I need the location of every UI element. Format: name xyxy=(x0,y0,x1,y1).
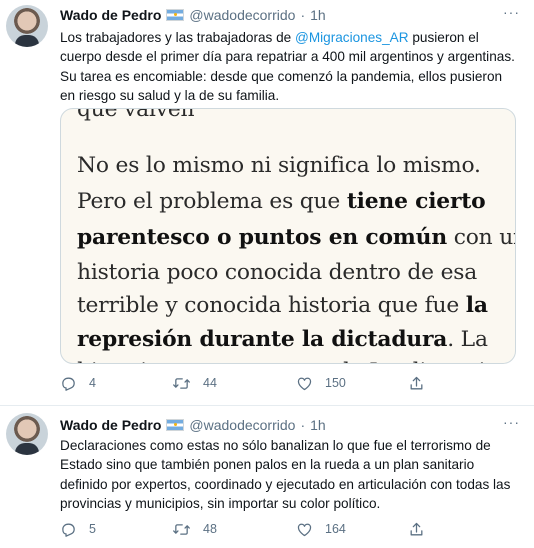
share-button[interactable] xyxy=(408,375,425,392)
image-text-bold: la xyxy=(465,293,488,318)
author-name[interactable]: Wado de Pedro xyxy=(60,417,161,433)
reply-button[interactable]: 4 xyxy=(60,375,172,392)
tweet-text: Declaraciones como estas no sólo banaliz… xyxy=(60,438,511,512)
image-text: . La xyxy=(447,327,488,352)
image-text-line: historia es que agentes de Inteligencia xyxy=(77,359,498,363)
separator: · xyxy=(300,7,306,23)
separator: · xyxy=(300,417,306,433)
image-text: No es lo mismo ni significa lo mismo. xyxy=(77,153,481,178)
reply-count: 5 xyxy=(89,522,96,536)
retweet-button[interactable]: 44 xyxy=(172,375,296,392)
avatar[interactable] xyxy=(6,413,48,455)
image-text-line: Pero el problema es que tiene cierto xyxy=(77,189,486,214)
share-icon xyxy=(408,521,425,538)
image-text-line: No es lo mismo ni significa lo mismo. xyxy=(77,153,481,178)
heart-icon xyxy=(296,375,313,392)
reply-icon xyxy=(60,375,77,392)
image-text: historia es que agentes de Inteligencia xyxy=(77,359,498,363)
image-text: Pero el problema es que xyxy=(77,189,347,214)
argentina-flag-icon xyxy=(166,419,185,431)
more-icon[interactable]: ··· xyxy=(503,4,520,20)
tweet-actions: 4 44 150 xyxy=(60,373,425,393)
tweet-2[interactable]: Wado de Pedro @wadodecorrido · 1h ··· De… xyxy=(0,405,534,548)
image-text-line: parentesco o puntos en común con una xyxy=(77,225,515,250)
timestamp[interactable]: 1h xyxy=(310,417,326,433)
share-button[interactable] xyxy=(408,521,425,538)
reply-count: 4 xyxy=(89,376,96,390)
tweet-actions: 5 48 164 xyxy=(60,519,425,539)
image-text-line: terrible y conocida historia que fue la xyxy=(77,293,488,318)
more-icon[interactable]: ··· xyxy=(503,414,520,430)
image-text-line: que vaivén xyxy=(77,108,195,122)
image-text-line: historia poco conocida dentro de esa xyxy=(77,260,477,285)
reply-button[interactable]: 5 xyxy=(60,521,172,538)
author-name[interactable]: Wado de Pedro xyxy=(60,7,161,23)
tweet-header: Wado de Pedro @wadodecorrido · 1h xyxy=(60,5,326,25)
timestamp[interactable]: 1h xyxy=(310,7,326,23)
like-count: 150 xyxy=(325,376,346,390)
retweet-count: 48 xyxy=(203,522,217,536)
image-text: terrible y conocida historia que fue xyxy=(77,293,466,318)
image-text: que vaivén xyxy=(77,108,195,122)
image-text: historia poco conocida dentro de esa xyxy=(77,260,478,285)
image-text-bold: represión durante la dictadura xyxy=(77,327,448,352)
like-button[interactable]: 164 xyxy=(296,521,408,538)
reply-icon xyxy=(60,521,77,538)
like-count: 164 xyxy=(325,522,346,536)
retweet-button[interactable]: 48 xyxy=(172,521,296,538)
like-button[interactable]: 150 xyxy=(296,375,408,392)
image-text-bold: tiene cierto xyxy=(346,189,486,214)
image-text: con una xyxy=(453,225,515,250)
mention-link[interactable]: @Migraciones_AR xyxy=(295,30,409,45)
tweet-image[interactable]: que vaivén No es lo mismo ni significa lo… xyxy=(60,108,516,364)
author-handle[interactable]: @wadodecorrido xyxy=(189,417,295,433)
avatar[interactable] xyxy=(6,5,48,47)
tweet-1[interactable]: Wado de Pedro @wadodecorrido · 1h ··· Lo… xyxy=(0,0,534,406)
retweet-icon xyxy=(172,375,191,392)
image-text-bold: parentesco o puntos en común xyxy=(77,225,447,250)
heart-icon xyxy=(296,521,313,538)
tweet-text: Los trabajadores y las trabajadoras de @… xyxy=(60,28,515,106)
argentina-flag-icon xyxy=(166,9,185,21)
retweet-count: 44 xyxy=(203,376,217,390)
author-handle[interactable]: @wadodecorrido xyxy=(189,7,295,23)
tweet-header: Wado de Pedro @wadodecorrido · 1h xyxy=(60,415,326,435)
retweet-icon xyxy=(172,521,191,538)
share-icon xyxy=(408,375,425,392)
tweet-text-part: Los trabajadores y las trabajadoras de xyxy=(60,30,296,45)
image-text-line: represión durante la dictadura. La xyxy=(77,327,488,352)
